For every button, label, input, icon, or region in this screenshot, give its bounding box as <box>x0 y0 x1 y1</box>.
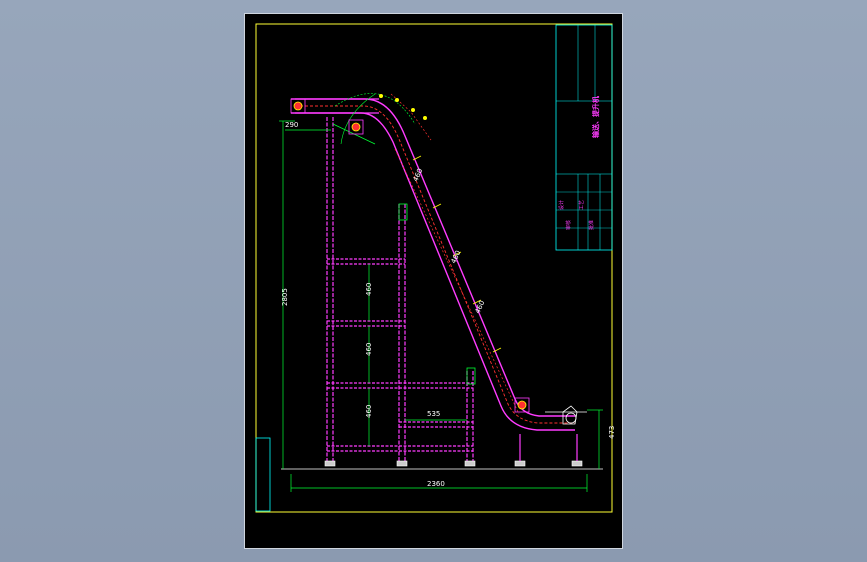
dim-leg-spacing: 535 <box>427 410 440 418</box>
revision-box <box>255 437 271 512</box>
inlet-hopper <box>545 405 587 425</box>
title-row-2: 审核 <box>565 220 572 230</box>
dim-inlet-height: 473 <box>608 426 616 439</box>
title-row-1: 设计 <box>558 200 565 210</box>
title-block-title: 输送、提升机 <box>591 96 600 138</box>
dim-total-height: 2805 <box>281 288 289 306</box>
dim-total-length: 2360 <box>427 480 445 488</box>
dim-tier-3: 460 <box>365 405 373 418</box>
support-frame <box>295 98 474 461</box>
inclined-conveyor <box>291 93 575 431</box>
drawing-border <box>255 23 613 513</box>
title-row-3: 工艺 <box>579 200 585 210</box>
dim-segment-c: 460 <box>474 299 487 315</box>
dim-tier-2: 460 <box>365 343 373 356</box>
title-block: 输送、提升机 设计 审核 工艺 批准 <box>555 24 613 251</box>
dim-segment-b: 460 <box>450 249 463 265</box>
dim-segment-a: 460 <box>412 167 425 183</box>
dim-top-offset: 290 <box>285 121 298 129</box>
title-row-4: 批准 <box>588 220 595 230</box>
drawing-sheet: 输送、提升机 设计 审核 工艺 批准 290 2805 460 460 460 … <box>244 13 623 549</box>
conveyor-drawing: 输送、提升机 设计 审核 工艺 批准 290 2805 460 460 460 … <box>255 23 616 513</box>
support-feet <box>324 434 583 467</box>
cad-viewport[interactable]: 输送、提升机 设计 审核 工艺 批准 290 2805 460 460 460 … <box>0 0 867 562</box>
dim-tier-1: 460 <box>365 283 373 296</box>
dimension-lines <box>279 120 603 492</box>
